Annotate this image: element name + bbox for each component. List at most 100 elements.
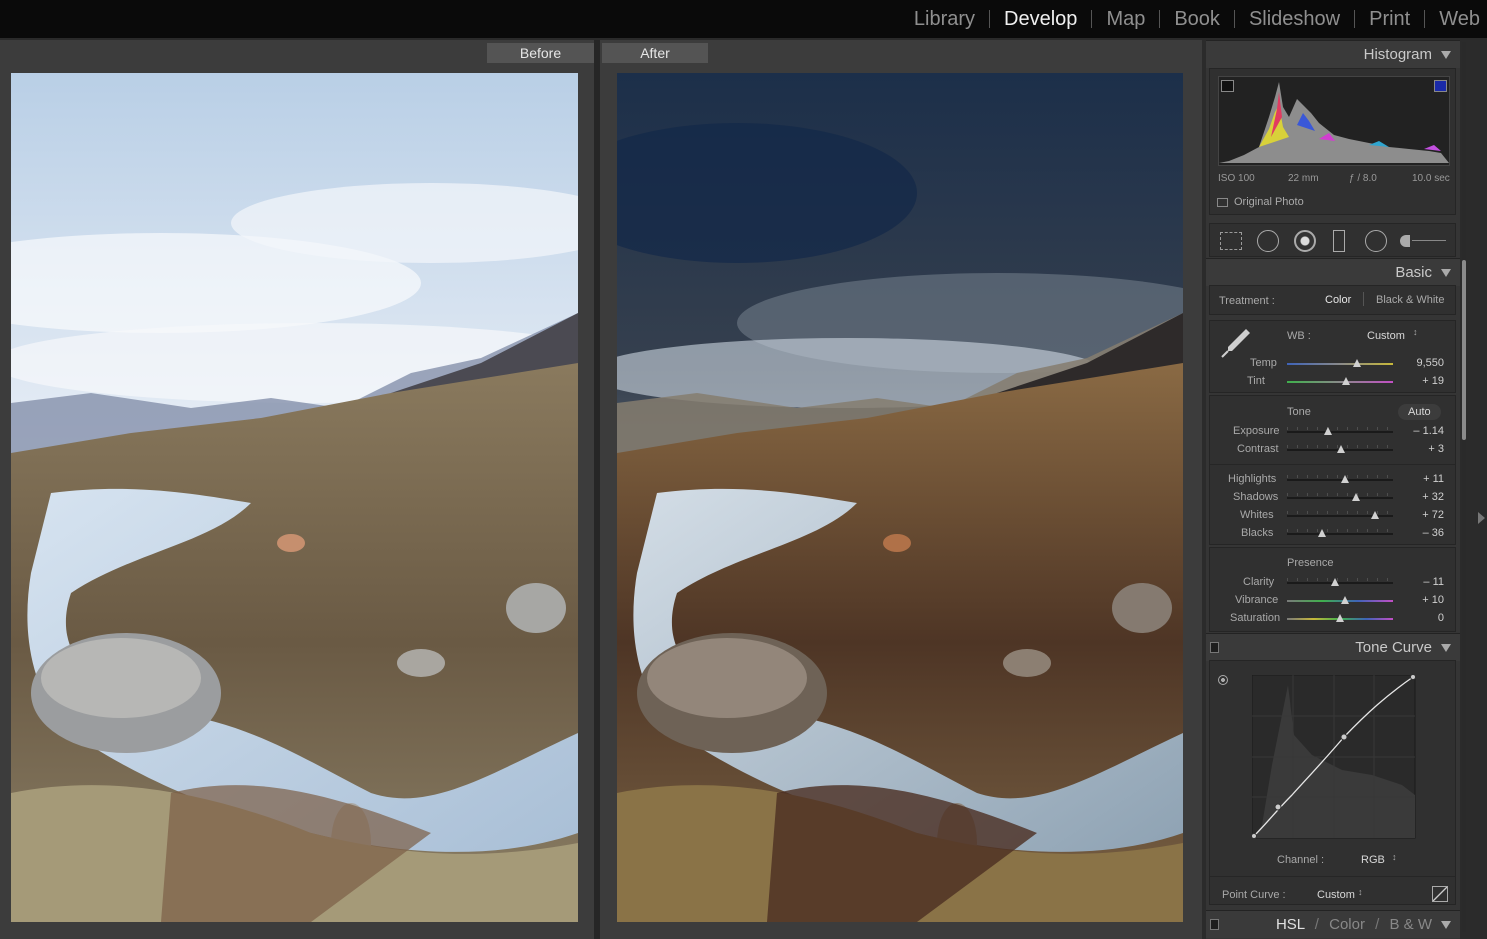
exif-iso: ISO 100 bbox=[1218, 173, 1255, 184]
saturation-slider[interactable] bbox=[1287, 614, 1393, 622]
channel-select[interactable]: RGB bbox=[1361, 854, 1385, 866]
auto-tone-button[interactable]: Auto bbox=[1398, 404, 1441, 420]
exif-shutter: 10.0 sec bbox=[1412, 173, 1450, 184]
graduated-filter-icon[interactable] bbox=[1333, 230, 1345, 252]
edit-point-curve-icon[interactable] bbox=[1432, 886, 1448, 902]
basic-panel-header[interactable]: Basic bbox=[1206, 258, 1460, 286]
treatment-row: Treatment : Color Black & White bbox=[1209, 285, 1456, 315]
highlight-clipping-icon[interactable] bbox=[1434, 80, 1447, 92]
exposure-label: Exposure bbox=[1233, 425, 1280, 437]
histogram-plot bbox=[1219, 82, 1449, 163]
collapse-triangle-icon[interactable] bbox=[1441, 51, 1451, 59]
temp-value[interactable]: 9,550 bbox=[1404, 357, 1444, 369]
tone-curve-graph[interactable] bbox=[1252, 675, 1416, 839]
after-photo[interactable] bbox=[617, 73, 1183, 922]
hsl-panel-header[interactable]: HSL / Color / B & W bbox=[1206, 910, 1460, 938]
highlights-slider-thumb[interactable] bbox=[1341, 475, 1350, 483]
highlights-value[interactable]: + 11 bbox=[1404, 473, 1444, 485]
spot-removal-icon[interactable] bbox=[1257, 230, 1279, 252]
original-photo-checkbox[interactable] bbox=[1217, 198, 1228, 207]
collapse-right-panel-icon[interactable] bbox=[1478, 512, 1485, 524]
treatment-color-option[interactable]: Color bbox=[1325, 294, 1351, 306]
select-arrows-icon: ↕ bbox=[1358, 887, 1363, 897]
module-print[interactable]: Print bbox=[1355, 8, 1424, 31]
vibrance-slider-thumb[interactable] bbox=[1341, 596, 1350, 604]
tint-value[interactable]: + 19 bbox=[1404, 375, 1444, 387]
exposure-slider[interactable] bbox=[1287, 427, 1393, 435]
crop-tool-icon[interactable] bbox=[1220, 232, 1242, 250]
red-eye-icon[interactable] bbox=[1294, 230, 1316, 252]
tab-bw[interactable]: B & W bbox=[1389, 916, 1432, 933]
saturation-value[interactable]: 0 bbox=[1404, 612, 1444, 624]
blacks-slider[interactable] bbox=[1287, 529, 1393, 537]
histogram-panel-header[interactable]: Histogram bbox=[1206, 40, 1460, 68]
adjustment-brush-icon[interactable] bbox=[1400, 235, 1448, 247]
tab-separator: / bbox=[1314, 916, 1319, 933]
module-book[interactable]: Book bbox=[1160, 8, 1234, 31]
whites-slider[interactable] bbox=[1287, 511, 1393, 519]
original-photo-label: Original Photo bbox=[1234, 196, 1304, 208]
panel-scrollbar-thumb[interactable] bbox=[1462, 260, 1466, 440]
before-label: Before bbox=[487, 43, 594, 63]
saturation-label: Saturation bbox=[1230, 612, 1281, 624]
panel-toggle-switch[interactable] bbox=[1210, 642, 1219, 653]
treatment-bw-option[interactable]: Black & White bbox=[1376, 294, 1444, 306]
collapse-triangle-icon[interactable] bbox=[1441, 921, 1451, 929]
module-library[interactable]: Library bbox=[900, 8, 989, 31]
tone-curve-panel-header[interactable]: Tone Curve bbox=[1206, 633, 1460, 661]
blacks-slider-thumb[interactable] bbox=[1317, 529, 1326, 537]
before-photo[interactable] bbox=[11, 73, 578, 922]
targeted-adjustment-icon[interactable] bbox=[1218, 675, 1228, 685]
clarity-value[interactable]: – 11 bbox=[1404, 576, 1444, 588]
contrast-label: Contrast bbox=[1237, 443, 1279, 455]
shadows-slider[interactable] bbox=[1287, 493, 1393, 501]
radial-filter-icon[interactable] bbox=[1365, 230, 1387, 252]
tab-color[interactable]: Color bbox=[1329, 916, 1365, 933]
collapse-triangle-icon[interactable] bbox=[1441, 269, 1451, 277]
saturation-slider-thumb[interactable] bbox=[1336, 614, 1344, 622]
module-slideshow[interactable]: Slideshow bbox=[1235, 8, 1354, 31]
module-map[interactable]: Map bbox=[1092, 8, 1159, 31]
temp-slider[interactable] bbox=[1287, 359, 1393, 367]
tone-subdivider bbox=[1210, 464, 1455, 465]
module-develop[interactable]: Develop bbox=[990, 8, 1091, 31]
blacks-value[interactable]: – 36 bbox=[1404, 527, 1444, 539]
contrast-slider-thumb[interactable] bbox=[1337, 445, 1346, 453]
vibrance-value[interactable]: + 10 bbox=[1404, 594, 1444, 606]
lightroom-window: Library Develop Map Book Slideshow Print… bbox=[0, 0, 1487, 939]
channel-label: Channel : bbox=[1277, 854, 1325, 866]
histogram-box: ISO 100 22 mm ƒ / 8.0 10.0 sec Original … bbox=[1209, 68, 1456, 215]
whites-slider-thumb[interactable] bbox=[1370, 511, 1379, 519]
collapse-triangle-icon[interactable] bbox=[1441, 644, 1451, 652]
point-curve-select[interactable]: Custom bbox=[1317, 889, 1355, 901]
presence-section: Presence Clarity – 11 Vibrance + 10 Satu… bbox=[1209, 547, 1456, 632]
whites-value[interactable]: + 72 bbox=[1404, 509, 1444, 521]
wb-preset-select[interactable]: Custom bbox=[1367, 330, 1405, 342]
tab-hsl[interactable]: HSL bbox=[1276, 916, 1305, 933]
tone-section: Tone Auto Exposure – 1.14 Contrast + 3 H… bbox=[1209, 395, 1456, 545]
shadows-slider-thumb[interactable] bbox=[1351, 493, 1360, 501]
histogram-title: Histogram bbox=[1363, 46, 1432, 63]
tint-slider-thumb[interactable] bbox=[1342, 377, 1351, 385]
select-arrows-icon: ↕ bbox=[1413, 327, 1418, 337]
contrast-value[interactable]: + 3 bbox=[1404, 443, 1444, 455]
after-pane: After bbox=[600, 40, 1202, 939]
clarity-slider[interactable] bbox=[1287, 578, 1393, 586]
exposure-slider-thumb[interactable] bbox=[1324, 427, 1333, 435]
module-list: Library Develop Map Book Slideshow Print… bbox=[900, 0, 1487, 38]
tab-separator: / bbox=[1375, 916, 1380, 933]
shadows-value[interactable]: + 32 bbox=[1404, 491, 1444, 503]
panel-scrollbar[interactable] bbox=[1462, 42, 1466, 932]
exposure-value[interactable]: – 1.14 bbox=[1404, 425, 1444, 437]
module-web[interactable]: Web bbox=[1425, 8, 1487, 31]
highlights-slider[interactable] bbox=[1287, 475, 1393, 483]
presence-label: Presence bbox=[1287, 557, 1334, 569]
eyedropper-icon[interactable] bbox=[1218, 325, 1252, 359]
vibrance-slider[interactable] bbox=[1287, 596, 1393, 604]
panel-toggle-switch[interactable] bbox=[1210, 919, 1219, 930]
clarity-slider-thumb[interactable] bbox=[1330, 578, 1339, 586]
shadow-clipping-icon[interactable] bbox=[1221, 80, 1234, 92]
contrast-slider[interactable] bbox=[1287, 445, 1393, 453]
tint-slider[interactable] bbox=[1287, 377, 1393, 385]
temp-slider-thumb[interactable] bbox=[1352, 359, 1361, 367]
